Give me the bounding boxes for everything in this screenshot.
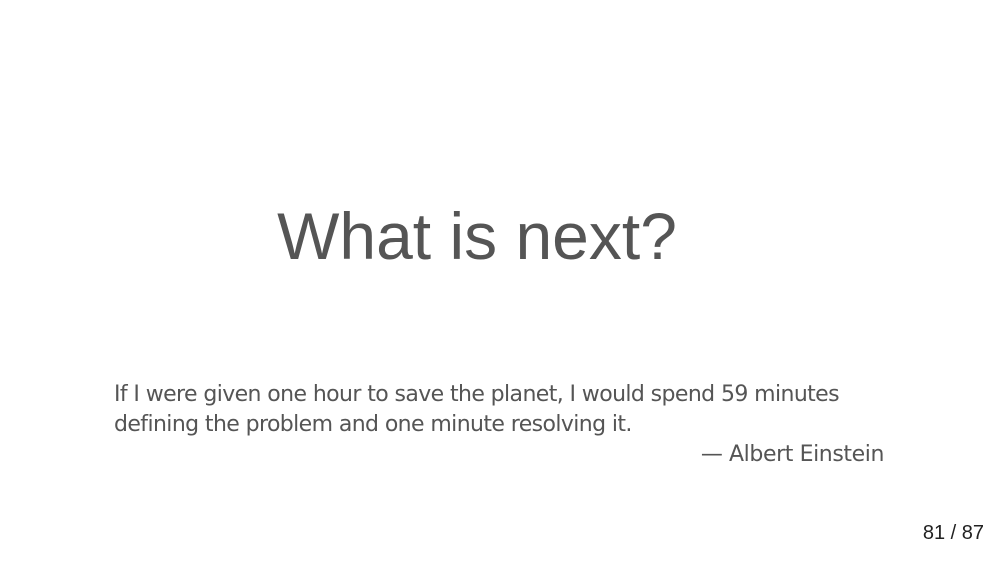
quote-block: If I were given one hour to save the pla…	[114, 380, 884, 470]
slide-title: What is next?	[277, 199, 677, 273]
quote-author: — Albert Einstein	[700, 442, 885, 467]
presentation-slide: What is next? If I were given one hour t…	[0, 0, 1000, 563]
quote-text: If I were given one hour to save the pla…	[114, 382, 840, 437]
page-counter: 81 / 87	[922, 522, 984, 544]
